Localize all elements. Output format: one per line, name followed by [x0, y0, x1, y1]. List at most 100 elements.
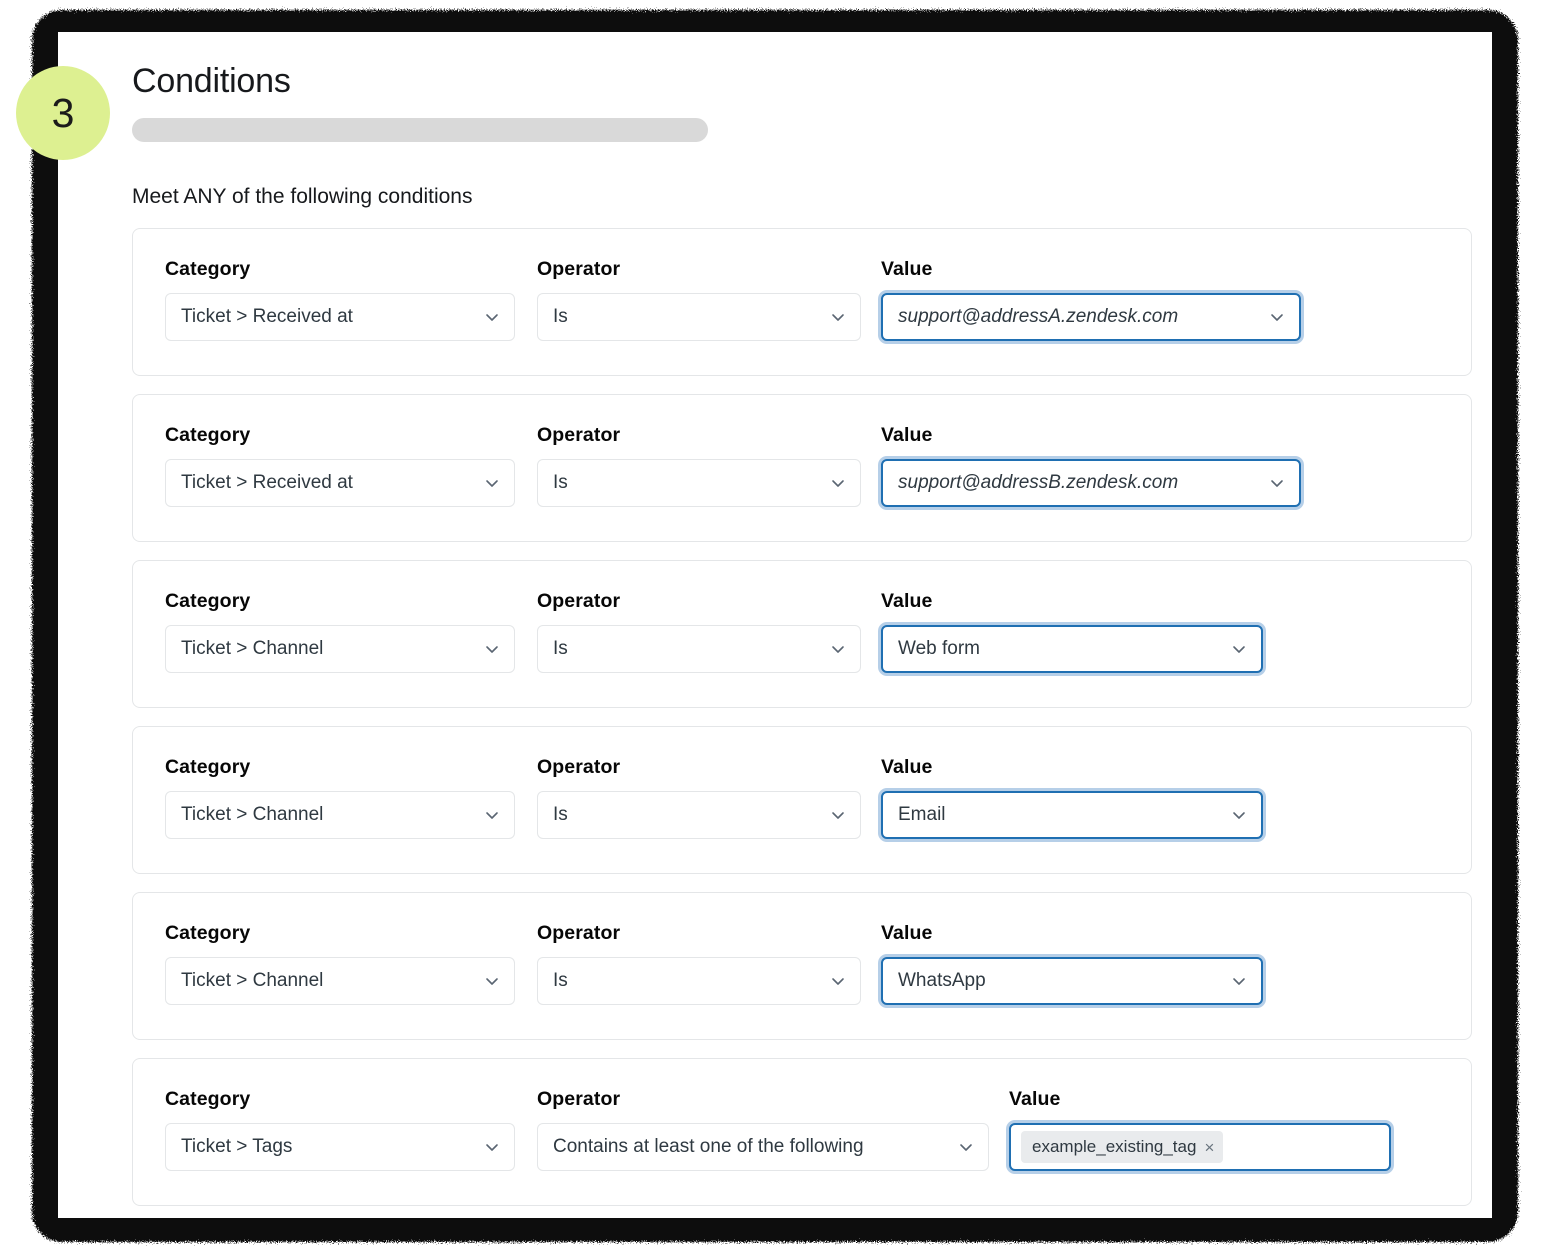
category-select-value: Ticket > Received at — [181, 306, 353, 327]
condition-row: Category Ticket > Channel Operator Is Va… — [132, 726, 1472, 874]
value-select[interactable]: support@addressA.zendesk.com — [881, 293, 1301, 341]
value-select[interactable]: Web form — [881, 625, 1263, 673]
category-select[interactable]: Ticket > Channel — [165, 791, 515, 839]
category-select[interactable]: Ticket > Channel — [165, 957, 515, 1005]
value-field-group: Value example_existing_tag × — [1009, 1087, 1391, 1171]
subtitle-placeholder-bar — [132, 118, 708, 142]
chevron-down-icon — [829, 474, 847, 492]
category-select[interactable]: Ticket > Channel — [165, 625, 515, 673]
tag-chip-label: example_existing_tag — [1032, 1137, 1197, 1156]
operator-field-group: Operator Is — [537, 423, 861, 507]
category-select-value: Ticket > Channel — [181, 970, 324, 991]
value-select[interactable]: support@addressB.zendesk.com — [881, 459, 1301, 507]
value-label: Value — [881, 922, 933, 944]
value-label: Value — [881, 424, 933, 446]
category-field-group: Category Ticket > Tags — [165, 1087, 515, 1171]
operator-select-value: Is — [553, 638, 568, 659]
operator-select[interactable]: Is — [537, 957, 861, 1005]
condition-row: Category Ticket > Received at Operator I… — [132, 228, 1472, 376]
category-field-group: Category Ticket > Channel — [165, 755, 515, 839]
category-select-value: Ticket > Tags — [181, 1136, 293, 1157]
chevron-down-icon — [483, 972, 501, 990]
value-select-value: Email — [898, 804, 946, 825]
conditions-section: Conditions Meet ANY of the following con… — [132, 60, 1477, 1206]
category-select[interactable]: Ticket > Received at — [165, 459, 515, 507]
category-select[interactable]: Ticket > Tags — [165, 1123, 515, 1171]
operator-select[interactable]: Is — [537, 791, 861, 839]
category-field-group: Category Ticket > Channel — [165, 589, 515, 673]
operator-select-value: Contains at least one of the following — [553, 1136, 864, 1157]
chevron-down-icon — [1230, 640, 1248, 658]
operator-select[interactable]: Is — [537, 625, 861, 673]
value-select-value: support@addressA.zendesk.com — [898, 306, 1179, 327]
value-select[interactable]: Email — [881, 791, 1263, 839]
category-label: Category — [165, 258, 251, 280]
chevron-down-icon — [483, 308, 501, 326]
operator-select[interactable]: Is — [537, 459, 861, 507]
category-select-value: Ticket > Channel — [181, 804, 324, 825]
operator-label: Operator — [537, 590, 621, 612]
category-label: Category — [165, 424, 251, 446]
chevron-down-icon — [483, 474, 501, 492]
value-label: Value — [1009, 1088, 1061, 1110]
chevron-down-icon — [957, 1138, 975, 1156]
condition-row: Category Ticket > Tags Operator Contains… — [132, 1058, 1472, 1206]
chevron-down-icon — [829, 640, 847, 658]
value-label: Value — [881, 590, 933, 612]
chevron-down-icon — [829, 806, 847, 824]
category-select-value: Ticket > Received at — [181, 472, 353, 493]
operator-field-group: Operator Is — [537, 589, 861, 673]
operator-label: Operator — [537, 1088, 621, 1110]
step-badge: 3 — [16, 66, 110, 160]
value-select[interactable]: WhatsApp — [881, 957, 1263, 1005]
tag-chip: example_existing_tag × — [1021, 1131, 1224, 1163]
value-field-group: Value WhatsApp — [881, 921, 1263, 1005]
value-select-value: support@addressB.zendesk.com — [898, 472, 1179, 493]
operator-label: Operator — [537, 922, 621, 944]
screenshot-root: Conditions Meet ANY of the following con… — [0, 0, 1546, 1252]
value-field-group: Value support@addressB.zendesk.com — [881, 423, 1301, 507]
value-select-value: WhatsApp — [898, 970, 986, 991]
category-select[interactable]: Ticket > Received at — [165, 293, 515, 341]
category-field-group: Category Ticket > Received at — [165, 257, 515, 341]
operator-select[interactable]: Is — [537, 293, 861, 341]
tags-input[interactable]: example_existing_tag × — [1009, 1123, 1391, 1171]
operator-field-group: Operator Is — [537, 755, 861, 839]
operator-label: Operator — [537, 424, 621, 446]
operator-select-value: Is — [553, 306, 568, 327]
chevron-down-icon — [1230, 806, 1248, 824]
condition-row: Category Ticket > Channel Operator Is Va… — [132, 560, 1472, 708]
content-panel: Conditions Meet ANY of the following con… — [58, 32, 1492, 1218]
match-type-label: Meet ANY of the following conditions — [132, 185, 473, 208]
value-label: Value — [881, 756, 933, 778]
category-label: Category — [165, 1088, 251, 1110]
operator-field-group: Operator Is — [537, 257, 861, 341]
operator-label: Operator — [537, 756, 621, 778]
operator-select-value: Is — [553, 804, 568, 825]
condition-row: Category Ticket > Received at Operator I… — [132, 394, 1472, 542]
category-label: Category — [165, 756, 251, 778]
chevron-down-icon — [1268, 308, 1286, 326]
value-label: Value — [881, 258, 933, 280]
chevron-down-icon — [1230, 972, 1248, 990]
step-badge-number: 3 — [51, 89, 75, 136]
category-field-group: Category Ticket > Channel — [165, 921, 515, 1005]
category-select-value: Ticket > Channel — [181, 638, 324, 659]
value-select-value: Web form — [898, 638, 981, 659]
chevron-down-icon — [1268, 474, 1286, 492]
operator-field-group: Operator Contains at least one of the fo… — [537, 1087, 989, 1171]
chevron-down-icon — [483, 806, 501, 824]
chevron-down-icon — [829, 972, 847, 990]
value-field-group: Value Email — [881, 755, 1263, 839]
chevron-down-icon — [829, 308, 847, 326]
operator-select-value: Is — [553, 472, 568, 493]
value-field-group: Value support@addressA.zendesk.com — [881, 257, 1301, 341]
operator-label: Operator — [537, 258, 621, 280]
remove-tag-icon[interactable]: × — [1204, 1139, 1214, 1156]
condition-row: Category Ticket > Channel Operator Is Va… — [132, 892, 1472, 1040]
chevron-down-icon — [483, 1138, 501, 1156]
page-title: Conditions — [132, 62, 291, 100]
category-label: Category — [165, 590, 251, 612]
chevron-down-icon — [483, 640, 501, 658]
operator-select[interactable]: Contains at least one of the following — [537, 1123, 989, 1171]
